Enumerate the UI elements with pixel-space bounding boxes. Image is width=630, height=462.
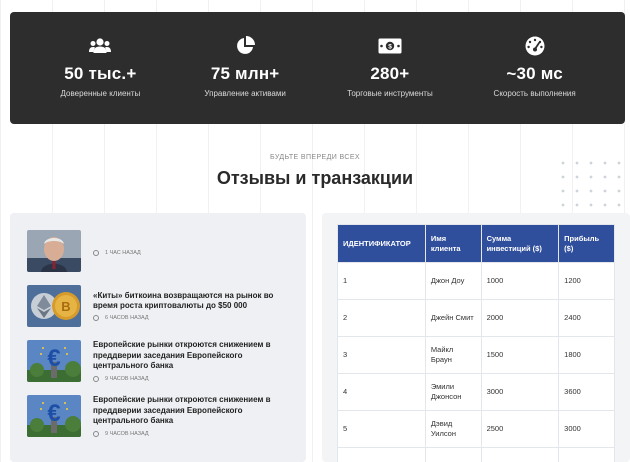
- stat-value: ~30 мс: [506, 64, 563, 83]
- cell-client: Дэвид Уилсон: [424, 410, 482, 448]
- column-header-client: Имя клиента: [424, 224, 482, 263]
- cell-investment: 1500: [480, 336, 560, 374]
- clock-icon: [93, 375, 99, 382]
- clock-icon: [93, 250, 99, 256]
- stat-label: Управление активами: [204, 89, 286, 98]
- news-meta: 6 ЧАСОВ НАЗАД: [93, 315, 289, 322]
- decorative-dots: [556, 156, 626, 212]
- news-thumbnail-person[interactable]: [27, 230, 81, 272]
- table-row: 4 Эмили Джонсон 3000 3600: [337, 373, 615, 411]
- cell-profit: 1200: [558, 262, 615, 300]
- speedometer-icon: [465, 34, 605, 58]
- pie-chart-icon: [175, 34, 315, 58]
- news-item[interactable]: B «Киты» биткоина возвращаются на рынок …: [27, 285, 289, 327]
- cell-profit: 3600: [558, 373, 615, 411]
- news-meta: 1 ЧАС НАЗАД: [93, 250, 141, 256]
- stat-speed: ~30 мс Скорость выполнения: [465, 12, 605, 98]
- stat-assets: 75 млн+ Управление активами: [175, 12, 315, 98]
- stat-clients: 50 тыс.+ Доверенные клиенты: [30, 12, 170, 98]
- svg-text:€: €: [47, 345, 60, 372]
- news-item[interactable]: € Европейские рынки откроются снижением …: [27, 340, 289, 382]
- cell-profit: 2160: [558, 447, 615, 462]
- cell-investment: 1000: [480, 262, 560, 300]
- stat-instruments: $ 280+ Торговые инструменты: [320, 12, 460, 98]
- news-text: Европейские рынки откроются снижением в …: [93, 340, 289, 382]
- news-time: 1 ЧАС НАЗАД: [105, 250, 141, 256]
- news-time: 6 ЧАСОВ НАЗАД: [105, 315, 149, 322]
- stat-value: 280+: [370, 64, 410, 83]
- news-text: «Киты» биткоина возвращаются на рынок во…: [93, 291, 289, 322]
- cell-profit: 1800: [558, 336, 615, 374]
- cell-investment: 2500: [480, 410, 560, 448]
- news-thumbnail-coins[interactable]: B: [27, 285, 81, 327]
- transactions-panel: ИДЕНТИФИКАТОР Имя клиента Сумма инвестиц…: [322, 213, 630, 462]
- transactions-table: ИДЕНТИФИКАТОР Имя клиента Сумма инвестиц…: [337, 224, 615, 462]
- svg-text:B: B: [61, 299, 70, 314]
- cell-id: 3: [337, 336, 426, 374]
- cell-client: Майкл Браун: [424, 336, 482, 374]
- cell-profit: 3000: [558, 410, 615, 448]
- news-text: Европейские рынки откроются снижением в …: [93, 395, 289, 437]
- column-header-investment: Сумма инвестиций ($): [480, 224, 560, 263]
- cell-investment: 3000: [480, 373, 560, 411]
- news-headline[interactable]: «Киты» биткоина возвращаются на рынок во…: [93, 291, 289, 312]
- cell-investment: 2000: [480, 299, 560, 337]
- table-row: 5 Дэвид Уилсон 2500 3000: [337, 410, 615, 448]
- news-text: 1 ЧАС НАЗАД: [93, 246, 141, 256]
- cell-id: 4: [337, 373, 426, 411]
- stat-label: Доверенные клиенты: [60, 89, 141, 98]
- cell-profit: 2400: [558, 299, 615, 337]
- stat-value: 50 тыс.+: [64, 64, 137, 83]
- table-row: 3 Майкл Браун 1500 1800: [337, 336, 615, 374]
- clock-icon: [93, 430, 99, 437]
- news-item[interactable]: € Европейские рынки откроются снижением …: [27, 395, 289, 437]
- news-headline[interactable]: Европейские рынки откроются снижением в …: [93, 395, 289, 426]
- page: 50 тыс.+ Доверенные клиенты 75 млн+ Упра…: [0, 0, 630, 462]
- money-bill-icon: $: [320, 34, 460, 58]
- cell-client: Джон Доу: [424, 262, 482, 300]
- svg-text:$: $: [388, 44, 392, 51]
- cell-id: 1: [337, 262, 426, 300]
- cell-client: Эмили Джонсон: [424, 373, 482, 411]
- stats-panel: 50 тыс.+ Доверенные клиенты 75 млн+ Упра…: [10, 12, 625, 124]
- news-headline[interactable]: Европейские рынки откроются снижением в …: [93, 340, 289, 371]
- news-thumbnail-euro[interactable]: €: [27, 340, 81, 382]
- cell-investment: 1800: [480, 447, 560, 462]
- column-header-profit: Прибыль ($): [558, 224, 615, 263]
- cell-id: 6: [337, 447, 426, 462]
- table-row: 1 Джон Доу 1000 1200: [337, 262, 615, 300]
- table-row: 6 Сара Д... 1800 2160: [337, 447, 615, 462]
- table-row: 2 Джейн Смит 2000 2400: [337, 299, 615, 337]
- cell-client: Джейн Смит: [424, 299, 482, 337]
- section-title: Отзывы и транзакции: [216, 168, 414, 188]
- stat-label: Торговые инструменты: [347, 89, 433, 98]
- cell-id: 5: [337, 410, 426, 448]
- news-item[interactable]: 1 ЧАС НАЗАД: [27, 230, 289, 272]
- clock-icon: [93, 315, 99, 322]
- cell-id: 2: [337, 299, 426, 337]
- news-time: 9 ЧАСОВ НАЗАД: [105, 430, 149, 437]
- svg-text:€: €: [47, 400, 60, 427]
- users-icon: [30, 34, 170, 58]
- stat-label: Скорость выполнения: [493, 89, 576, 98]
- column-header-id: ИДЕНТИФИКАТОР: [337, 224, 426, 263]
- news-time: 9 ЧАСОВ НАЗАД: [105, 375, 149, 382]
- stat-value: 75 млн+: [210, 64, 280, 83]
- table-header-row: ИДЕНТИФИКАТОР Имя клиента Сумма инвестиц…: [337, 224, 615, 263]
- news-panel: 1 ЧАС НАЗАД B «Киты» биткоина возвращают…: [10, 213, 306, 462]
- news-meta: 9 ЧАСОВ НАЗАД: [93, 375, 289, 382]
- news-thumbnail-euro[interactable]: €: [27, 395, 81, 437]
- news-meta: 9 ЧАСОВ НАЗАД: [93, 430, 289, 437]
- section-eyebrow: БУДЬТЕ ВПЕРЕДИ ВСЕХ: [270, 154, 360, 161]
- cell-client: Сара Д...: [424, 447, 482, 462]
